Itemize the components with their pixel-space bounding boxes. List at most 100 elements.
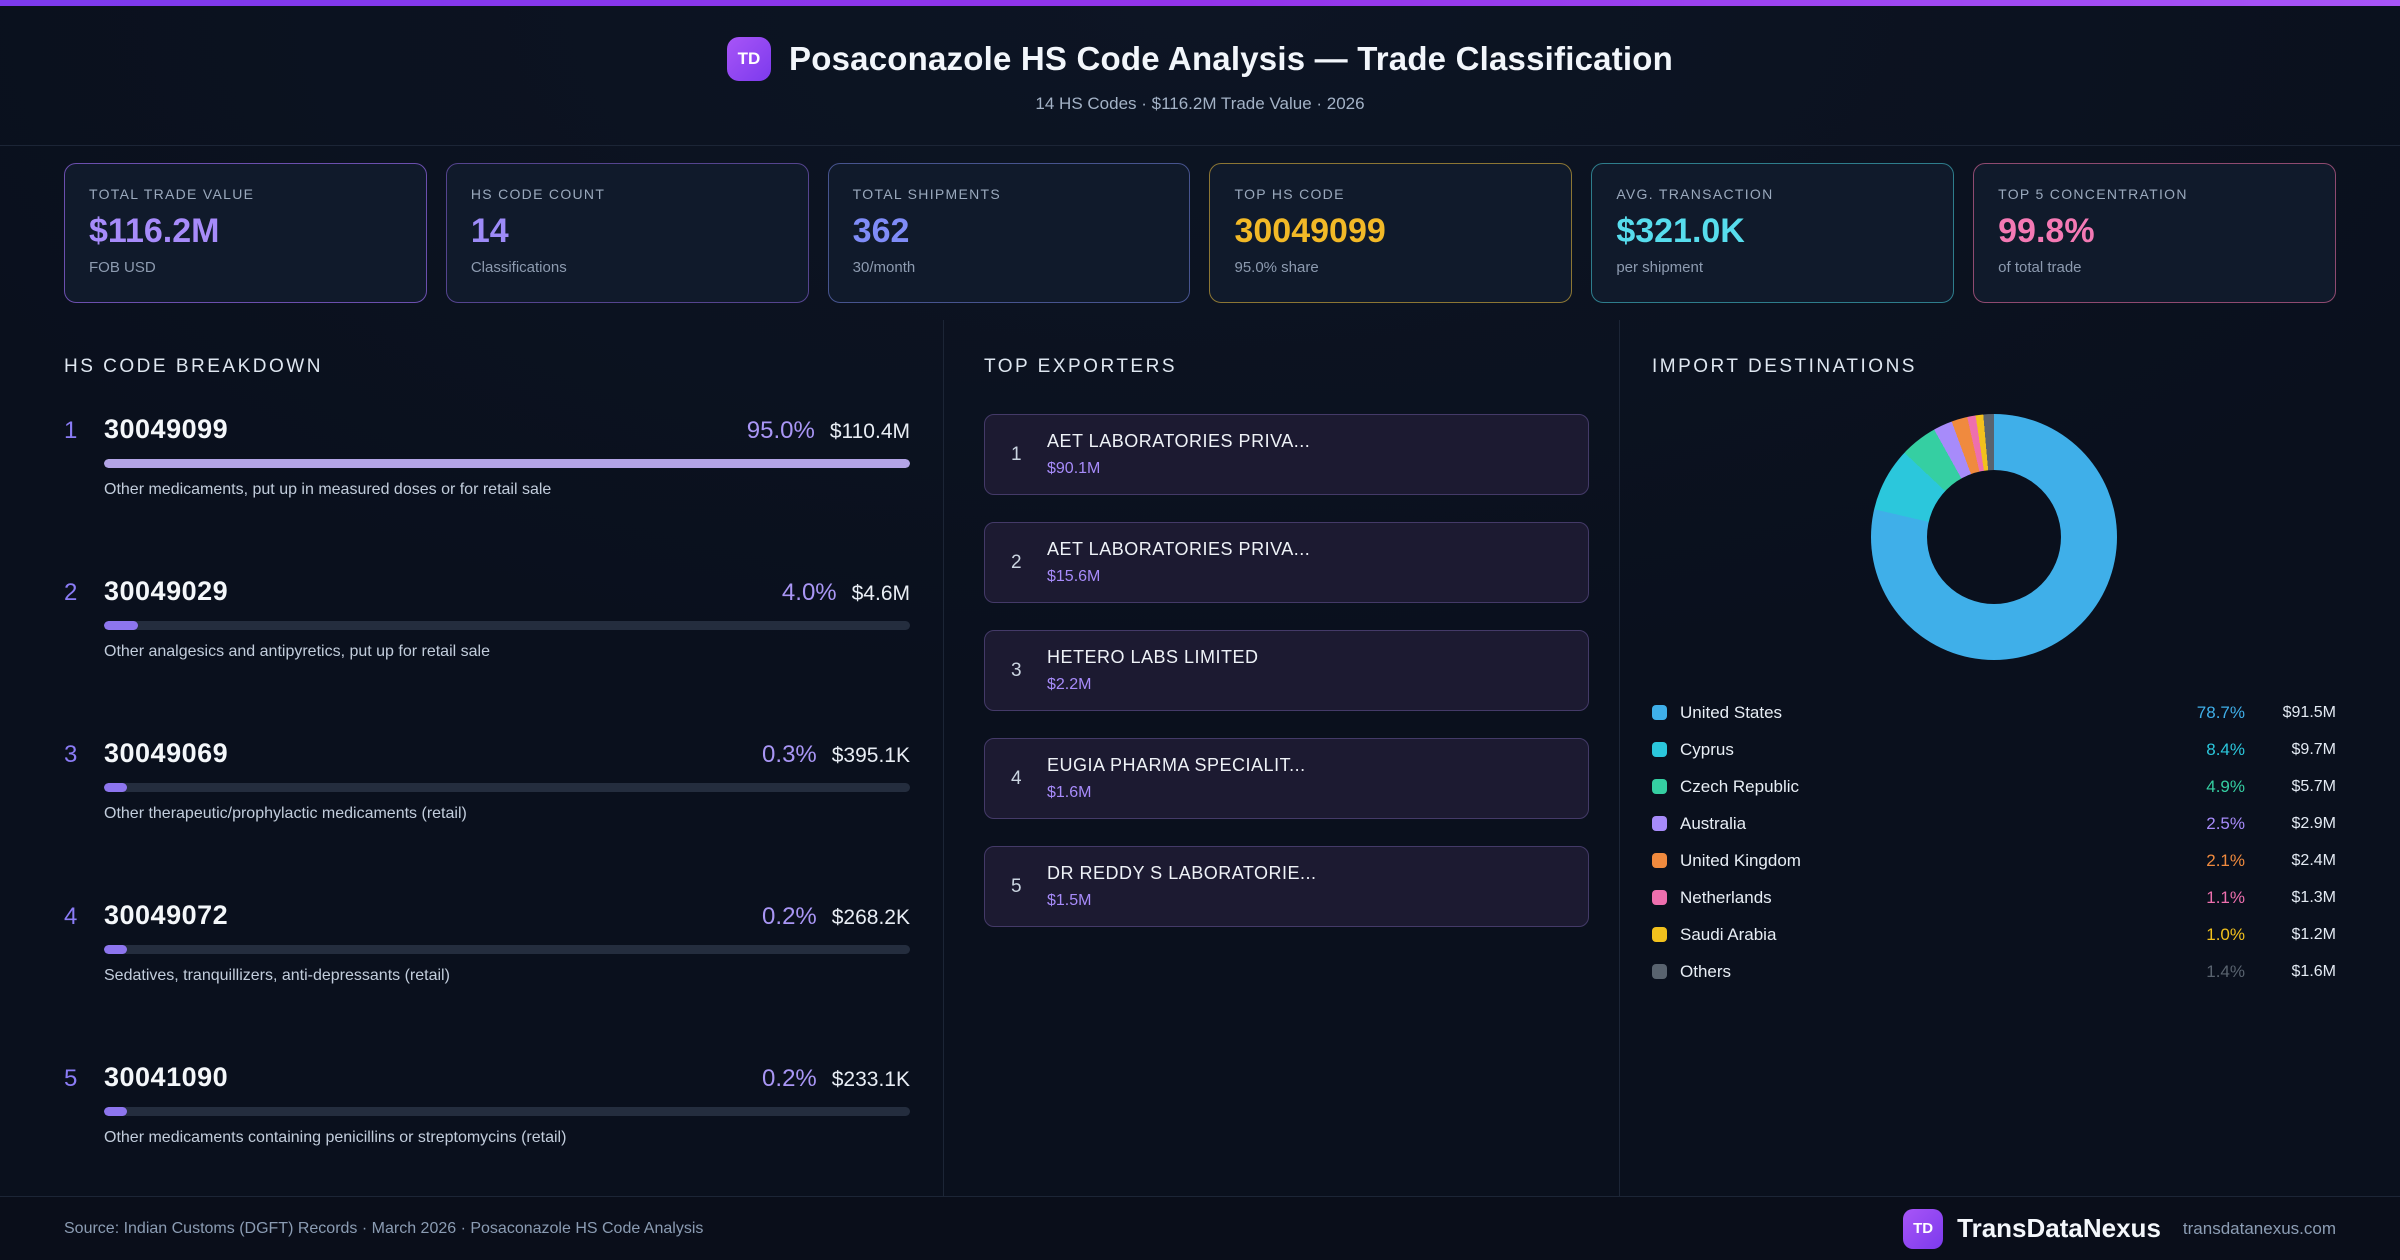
stat-sub: Classifications (470, 259, 567, 276)
hs-trade-value: $233.1K (831, 1068, 910, 1091)
hs-trade-value: $395.1K (831, 744, 910, 767)
hs-code-row: 2 30049029 4.0% $4.6M Other analgesics a… (64, 576, 910, 661)
legend-percent: 1.0% (2206, 924, 2245, 944)
stat-value: 99.8% (1998, 212, 2095, 250)
top-exporters-section: TOP EXPORTERS 1 AET LABORATORIES PRIVA..… (944, 320, 1620, 1196)
legend-value: $5.7M (2291, 777, 2336, 795)
hs-code-row: 1 30049099 95.0% $110.4M Other medicamen… (64, 414, 910, 499)
hs-code-breakdown-section: HS CODE BREAKDOWN 1 30049099 95.0% $110.… (64, 320, 944, 1196)
header: TD Posaconazole HS Code Analysis — Trade… (0, 6, 2400, 146)
hs-code: 30049029 (104, 576, 229, 606)
stat-sub: of total trade (1998, 259, 2082, 276)
legend-percent: 2.1% (2206, 850, 2245, 870)
exporter-name: HETERO LABS LIMITED (1047, 647, 1259, 667)
footer: Source: Indian Customs (DGFT) Records · … (0, 1196, 2400, 1260)
stat-card: TOP HS CODE 30049099 95.0% share (1209, 163, 1573, 303)
hs-bar-track (104, 621, 910, 630)
hs-description: Other analgesics and antipyretics, put u… (104, 643, 490, 660)
hs-code: 30049099 (104, 414, 229, 444)
section-title-exporters: TOP EXPORTERS (984, 356, 1177, 377)
hs-trade-value: $4.6M (851, 582, 910, 605)
legend-country-name: United Kingdom (1680, 850, 1801, 870)
legend-value: $91.5M (2282, 703, 2336, 721)
stat-value: $116.2M (89, 212, 220, 250)
hs-code-row: 4 30049072 0.2% $268.2K Sedatives, tranq… (64, 900, 910, 985)
stat-label: TOTAL TRADE VALUE (89, 186, 255, 202)
stat-value: $321.0K (1616, 212, 1745, 250)
legend-row: Saudi Arabia 1.0% $1.2M (1652, 916, 2336, 953)
legend-country-name: Australia (1680, 813, 1747, 833)
hs-bar-track (104, 1107, 910, 1116)
exporter-name: DR REDDY S LABORATORIE... (1047, 863, 1317, 883)
exporter-rank: 1 (1011, 443, 1022, 465)
donut-hole (1927, 470, 2061, 604)
legend-color-swatch (1652, 927, 1667, 942)
section-title-breakdown: HS CODE BREAKDOWN (64, 356, 323, 377)
legend-color-swatch (1652, 890, 1667, 905)
stat-card: AVG. TRANSACTION $321.0K per shipment (1591, 163, 1955, 303)
footer-logo-text: TD (1913, 1220, 1934, 1237)
hs-rank: 1 (64, 417, 78, 444)
hs-rank: 5 (64, 1065, 78, 1092)
stats-row: TOTAL TRADE VALUE $116.2M FOB USD HS COD… (0, 146, 2400, 320)
app-logo-text: TD (737, 49, 761, 68)
stat-value: 30049099 (1234, 212, 1386, 250)
stat-card: TOP 5 CONCENTRATION 99.8% of total trade (1973, 163, 2336, 303)
hs-description: Sedatives, tranquillizers, anti-depressa… (104, 967, 450, 984)
exporter-card: 5 DR REDDY S LABORATORIE... $1.5M (984, 846, 1589, 927)
hs-rank: 3 (64, 741, 78, 768)
hs-code: 30049072 (104, 900, 229, 930)
import-destinations-donut-chart (1871, 414, 2117, 660)
exporter-rank: 4 (1011, 767, 1022, 789)
exporter-name: AET LABORATORIES PRIVA... (1047, 431, 1311, 451)
stat-value: 14 (470, 212, 509, 250)
footer-brand: TD TransDataNexus transdatanexus.com (1903, 1208, 2336, 1249)
hs-share-percent: 4.0% (781, 579, 837, 606)
exporter-list: 1 AET LABORATORIES PRIVA... $90.1M 2 AET… (984, 414, 1589, 927)
stat-sub: FOB USD (89, 259, 156, 276)
stat-label: TOP HS CODE (1234, 186, 1345, 202)
exporter-card: 3 HETERO LABS LIMITED $2.2M (984, 630, 1589, 711)
hs-trade-value: $110.4M (829, 420, 910, 443)
legend-row: Netherlands 1.1% $1.3M (1652, 879, 2336, 916)
footer-brand-domain: transdatanexus.com (2182, 1218, 2336, 1238)
legend-percent: 1.1% (2206, 887, 2245, 907)
hs-bar-fill (104, 945, 127, 954)
legend-country-name: Saudi Arabia (1680, 924, 1777, 944)
hs-share-percent: 95.0% (746, 417, 815, 444)
legend-value: $2.9M (2291, 814, 2336, 832)
exporter-card: 1 AET LABORATORIES PRIVA... $90.1M (984, 414, 1589, 495)
legend-country-name: Cyprus (1680, 739, 1734, 759)
hs-code-list: 1 30049099 95.0% $110.4M Other medicamen… (64, 414, 910, 1147)
hs-bar-fill (104, 783, 127, 792)
hs-rank: 4 (64, 903, 78, 930)
exporter-card: 4 EUGIA PHARMA SPECIALIT... $1.6M (984, 738, 1589, 819)
legend-row: Australia 2.5% $2.9M (1652, 805, 2336, 842)
stat-label: AVG. TRANSACTION (1616, 186, 1774, 202)
footer-logo-badge: TD (1903, 1208, 1944, 1249)
legend-percent: 1.4% (2206, 961, 2245, 981)
stat-label: TOP 5 CONCENTRATION (1998, 186, 2188, 202)
legend-row: Others 1.4% $1.6M (1652, 953, 2336, 990)
legend-row: United Kingdom 2.1% $2.4M (1652, 842, 2336, 879)
legend-color-swatch (1652, 742, 1667, 757)
exporter-card: 2 AET LABORATORIES PRIVA... $15.6M (984, 522, 1589, 603)
legend-percent: 2.5% (2206, 813, 2245, 833)
legend-row: Czech Republic 4.9% $5.7M (1652, 768, 2336, 805)
exporter-value: $2.2M (1047, 676, 1092, 693)
stat-card: TOTAL SHIPMENTS 362 30/month (827, 163, 1191, 303)
exporter-rank: 5 (1011, 875, 1022, 897)
legend-country-name: Others (1680, 961, 1732, 981)
exporter-rank: 3 (1011, 659, 1022, 681)
stat-card: HS CODE COUNT 14 Classifications (445, 163, 809, 303)
legend-color-swatch (1652, 964, 1667, 979)
hs-bar-fill (104, 1107, 127, 1116)
destinations-legend: United States 78.7% $91.5M Cyprus 8.4% $… (1652, 694, 2336, 990)
stat-sub: 95.0% share (1234, 259, 1319, 276)
hs-share-percent: 0.2% (762, 1065, 817, 1092)
hs-bar-fill (104, 459, 910, 468)
footer-brand-name: TransDataNexus (1957, 1213, 2161, 1243)
legend-value: $1.3M (2291, 888, 2336, 906)
legend-row: Cyprus 8.4% $9.7M (1652, 731, 2336, 768)
app-logo-badge: TD (727, 37, 772, 81)
